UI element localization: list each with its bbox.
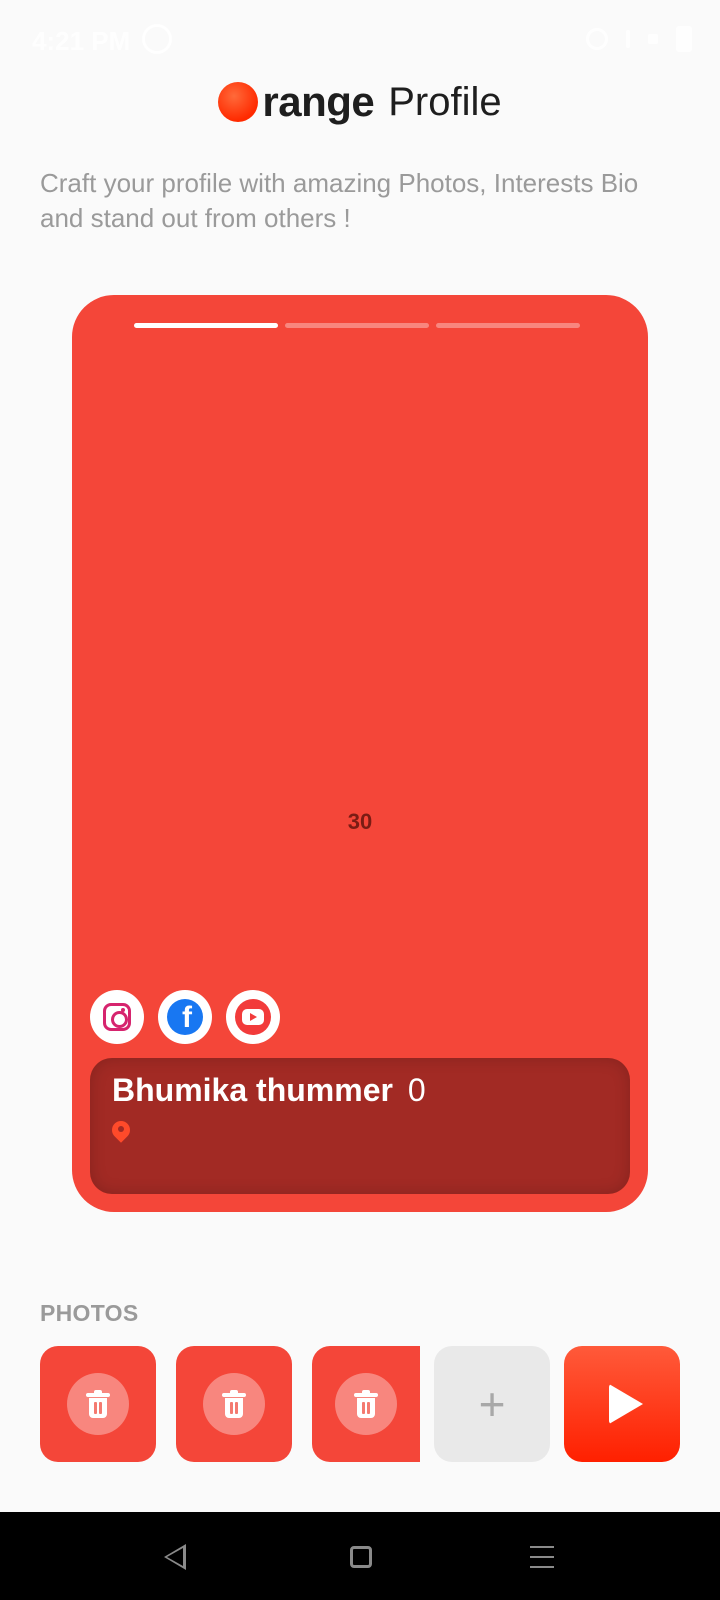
photos-section-label: PHOTOS — [40, 1300, 139, 1326]
app-notification-icon — [142, 24, 172, 54]
signal-icon — [648, 34, 658, 44]
add-photo-button[interactable]: + — [434, 1346, 550, 1462]
play-icon — [609, 1384, 643, 1424]
progress-segment-1 — [134, 323, 278, 328]
home-icon[interactable] — [350, 1546, 372, 1568]
vibrate-icon — [626, 30, 630, 48]
status-time: 4:21 PM — [32, 26, 131, 56]
instagram-icon — [103, 1003, 131, 1031]
photo-tile-1[interactable] — [40, 1346, 156, 1462]
story-progress — [134, 323, 580, 328]
name-line: Bhumika thummer 0 — [112, 1072, 608, 1109]
subtitle: Craft your profile with amazing Photos, … — [40, 168, 639, 233]
facebook-button[interactable]: f — [158, 990, 212, 1044]
delete-photo-button[interactable] — [203, 1373, 265, 1435]
alarm-icon — [586, 28, 608, 50]
orange-logo-icon — [218, 82, 259, 122]
profile-age: 0 — [407, 1072, 426, 1108]
back-icon[interactable] — [164, 1544, 186, 1570]
profile-name: Bhumika thummer — [112, 1072, 393, 1108]
battery-icon — [676, 26, 692, 52]
logo-text: range — [262, 78, 375, 125]
trash-icon — [354, 1390, 378, 1418]
youtube-button[interactable] — [226, 990, 280, 1044]
delete-photo-button[interactable] — [335, 1373, 397, 1435]
progress-segment-2 — [285, 323, 429, 328]
location-pin-icon — [112, 1121, 130, 1143]
plus-icon: + — [478, 1378, 506, 1430]
photo-tile-3[interactable] — [312, 1346, 420, 1462]
page-title: Profile — [388, 79, 502, 124]
delete-photo-button[interactable] — [67, 1373, 129, 1435]
header: range Profile — [0, 72, 720, 132]
trash-icon — [222, 1390, 246, 1418]
trash-icon — [86, 1390, 110, 1418]
facebook-icon: f — [167, 999, 203, 1035]
play-preview-button[interactable] — [564, 1346, 680, 1462]
system-icons — [586, 26, 692, 52]
card-center-text: 30 — [347, 809, 373, 834]
progress-segment-3 — [436, 323, 580, 328]
profile-preview-card[interactable]: 30 f Bhumika thummer 0 — [72, 295, 648, 1212]
system-navigation-bar — [0, 1512, 720, 1600]
social-links: f — [90, 990, 280, 1044]
photo-tile-2[interactable] — [176, 1346, 292, 1462]
instagram-button[interactable] — [90, 990, 144, 1044]
recents-icon[interactable] — [530, 1546, 554, 1576]
notification-icons — [142, 24, 172, 54]
youtube-icon — [235, 999, 271, 1035]
profile-info-box: Bhumika thummer 0 — [90, 1058, 630, 1194]
